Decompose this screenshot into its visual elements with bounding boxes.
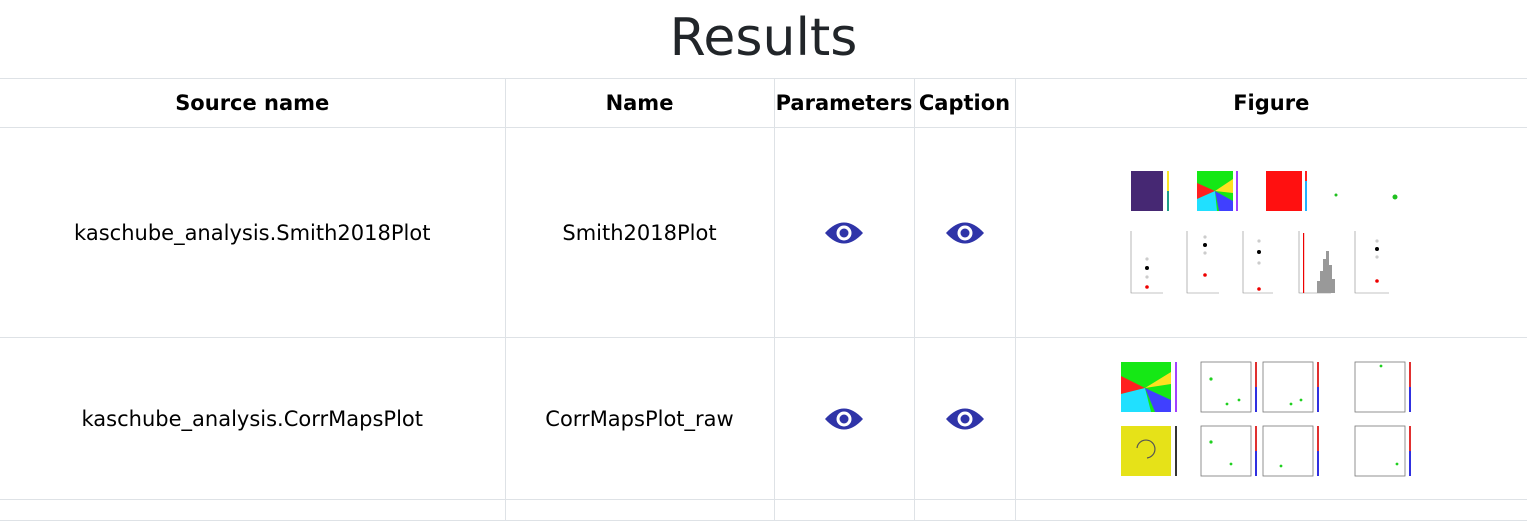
page-title: Results (669, 8, 858, 68)
name-cell (504, 499, 775, 521)
name-cell: CorrMapsPlot_raw (504, 337, 775, 500)
eye-icon[interactable] (824, 406, 864, 432)
eye-icon[interactable] (824, 220, 864, 246)
source-name-cell: kaschube_analysis.Smith2018Plot (0, 127, 506, 338)
smith2018-figure-thumbnail[interactable] (1121, 153, 1421, 313)
header-caption: Caption (913, 78, 1016, 128)
source-name-cell: kaschube_analysis.CorrMapsPlot (0, 337, 506, 500)
header-parameters: Parameters (773, 78, 915, 128)
eye-icon[interactable] (945, 220, 985, 246)
header-source-name: Source name (0, 78, 506, 128)
source-name-cell (0, 499, 506, 521)
table-row (0, 499, 1527, 521)
caption-cell (913, 337, 1016, 500)
corrmaps-figure-thumbnail[interactable] (1111, 354, 1431, 484)
parameters-cell (773, 337, 915, 500)
figure-cell (1014, 127, 1527, 338)
figure-cell (1014, 337, 1527, 500)
caption-cell (913, 127, 1016, 338)
name-cell: Smith2018Plot (504, 127, 775, 338)
table-row: kaschube_analysis.Smith2018Plot Smith201… (0, 127, 1527, 338)
table-row: kaschube_analysis.CorrMapsPlot CorrMapsP… (0, 337, 1527, 500)
header-name: Name (504, 78, 775, 128)
eye-icon[interactable] (945, 406, 985, 432)
figure-cell (1014, 499, 1527, 521)
results-table: Source name Name Parameters Caption Figu… (0, 78, 1527, 521)
parameters-cell (773, 127, 915, 338)
parameters-cell (773, 499, 915, 521)
table-header-row: Source name Name Parameters Caption Figu… (0, 78, 1527, 128)
caption-cell (913, 499, 1016, 521)
header-figure: Figure (1014, 78, 1527, 128)
